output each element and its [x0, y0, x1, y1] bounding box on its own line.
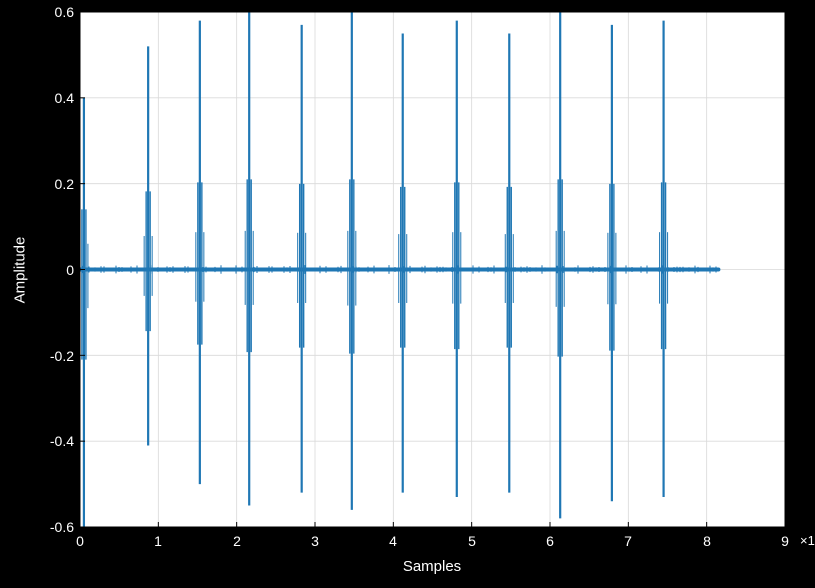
x-tick-label: 1 [154, 533, 162, 549]
figure: 0.6 0.4 0.2 0 -0.2 -0.4 -0.6 0 1 2 3 4 5… [0, 0, 815, 588]
y-tick-label: 0.2 [14, 176, 74, 192]
x-tick-label: 4 [389, 533, 397, 549]
x-tick-label: 2 [233, 533, 241, 549]
x-tick-label: 6 [546, 533, 554, 549]
y-tick-label: -0.6 [14, 519, 74, 535]
x-tick-label: 3 [311, 533, 319, 549]
x-tick-label: 8 [703, 533, 711, 549]
x-tick-label: 7 [624, 533, 632, 549]
y-axis-label: Amplitude [12, 237, 29, 304]
x-tick-label: 0 [76, 533, 84, 549]
line-plot [80, 12, 785, 527]
y-tick-label: -0.4 [14, 433, 74, 449]
y-tick-label: -0.2 [14, 348, 74, 364]
x-axis-label: Samples [403, 558, 461, 575]
y-tick-label: 0.4 [14, 90, 74, 106]
plot-axes [80, 12, 785, 527]
x-tick-label: 9 [781, 533, 789, 549]
y-tick-label: 0.6 [14, 4, 74, 20]
x-tick-label: 5 [468, 533, 476, 549]
x-exponent-label: ×10^4 [800, 533, 815, 548]
